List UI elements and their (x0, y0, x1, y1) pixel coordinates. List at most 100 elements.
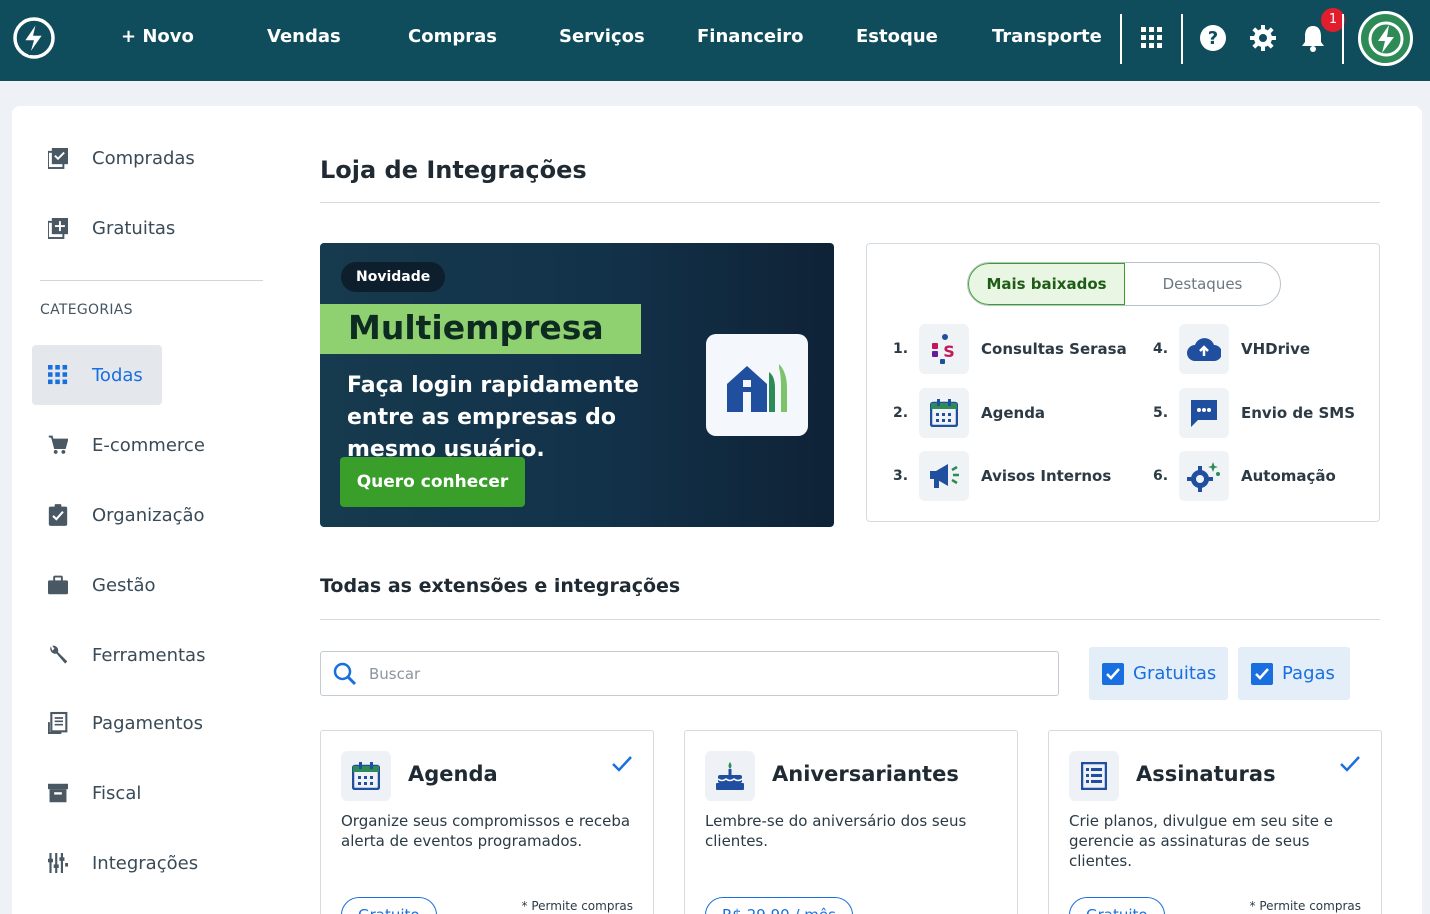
filter-label: Gratuitas (1133, 663, 1217, 684)
cloud-upload-icon (1179, 324, 1229, 374)
ranking-item[interactable]: 3. Avisos Internos (893, 451, 1111, 501)
sidebar-category-organizacao[interactable]: Organização (32, 485, 205, 545)
sidebar-category-ferramentas[interactable]: Ferramentas (32, 625, 205, 685)
nav-divider (1120, 14, 1122, 64)
tab-destaques[interactable]: Destaques (1125, 263, 1280, 305)
page-title: Loja de Integrações (320, 156, 587, 184)
extension-note: * Permite compras (1249, 899, 1361, 913)
sidebar-item-label: Organização (92, 504, 205, 526)
sidebar-item-label: Compradas (92, 147, 195, 169)
ranking-item[interactable]: 1. S Consultas Serasa (893, 324, 1127, 374)
nav-servicos[interactable]: Serviços (559, 26, 645, 47)
sidebar-item-gratuitas[interactable]: Gratuitas (32, 198, 175, 258)
checkbox-checked-icon[interactable] (1251, 662, 1273, 685)
sidebar-item-label: Integrações (92, 852, 199, 874)
installed-check-icon (611, 755, 633, 777)
banner-text: Faça login rapidamente entre as empresas… (347, 373, 639, 462)
tab-mais-baixados[interactable]: Mais baixados (968, 263, 1125, 305)
extension-price-button[interactable]: Gratuito (341, 897, 437, 914)
user-avatar[interactable] (1358, 11, 1413, 66)
settings-gear-icon[interactable] (1247, 20, 1279, 56)
installed-check-icon (1339, 755, 1361, 777)
banner-title: Multiempresa (348, 308, 604, 347)
ranking-name: Automação (1241, 467, 1336, 485)
archive-icon (32, 778, 68, 808)
filter-pagas[interactable]: Pagas (1238, 647, 1350, 700)
grid-icon (32, 360, 68, 390)
sms-icon (1179, 388, 1229, 438)
nav-divider (1342, 14, 1344, 64)
promo-banner[interactable]: Novidade Multiempresa Faça login rapidam… (320, 243, 834, 527)
ranking-item[interactable]: 2. Agenda (893, 388, 1045, 438)
ranking-name: Envio de SMS (1241, 404, 1356, 422)
svg-text:?: ? (1208, 28, 1218, 49)
ranking-number: 3. (893, 468, 909, 484)
megaphone-icon (919, 451, 969, 501)
extension-title: Agenda (408, 762, 498, 786)
extension-note: * Permite compras (521, 899, 633, 913)
briefcase-icon (32, 570, 68, 600)
search-input[interactable] (369, 664, 1058, 683)
checkbox-checked-icon[interactable] (1102, 662, 1124, 685)
ranking-name: Consultas Serasa (981, 340, 1127, 358)
extension-price-button[interactable]: Gratuito (1069, 897, 1165, 914)
help-icon[interactable]: ? (1197, 20, 1229, 56)
calendar-icon (919, 388, 969, 438)
birthday-cake-icon (705, 751, 755, 801)
ranking-number: 6. (1153, 468, 1169, 484)
clipboard-check-icon (32, 500, 68, 530)
house-bars-icon (706, 334, 808, 436)
sidebar-divider (40, 280, 263, 281)
extension-price-button[interactable]: R$ 29,90 / mês (705, 897, 853, 914)
ranking-name: VHDrive (1241, 340, 1311, 358)
categories-heading: CATEGORIAS (40, 302, 133, 318)
checked-library-icon (32, 143, 68, 173)
extension-card-aniversariantes[interactable]: Aniversariantes Lembre-se do aniversário… (684, 730, 1018, 914)
sidebar-category-gestao[interactable]: Gestão (32, 555, 156, 615)
sidebar-category-pagamentos[interactable]: Pagamentos (32, 693, 203, 753)
calendar-icon (341, 751, 391, 801)
banner-cta-button[interactable]: Quero conhecer (340, 457, 525, 507)
extension-card-agenda[interactable]: Agenda Organize seus compromissos e rece… (320, 730, 654, 914)
sidebar-item-label: Pagamentos (92, 712, 203, 734)
sidebar-item-label: Ferramentas (92, 644, 206, 666)
ranking-item[interactable]: 4. VHDrive (1153, 324, 1310, 374)
apps-grid-icon[interactable] (1136, 20, 1168, 56)
extension-description: Organize seus compromissos e receba aler… (341, 812, 631, 850)
ranking-number: 4. (1153, 341, 1169, 357)
sidebar-item-label: E-commerce (92, 434, 205, 456)
extension-title: Assinaturas (1136, 762, 1276, 786)
ranking-name: Agenda (981, 404, 1046, 422)
section-divider (320, 619, 1380, 620)
filter-gratuitas[interactable]: Gratuitas (1089, 647, 1228, 700)
nav-financeiro[interactable]: Financeiro (697, 26, 804, 47)
nav-vendas[interactable]: Vendas (267, 26, 341, 47)
search-icon (321, 662, 369, 686)
sidebar-category-todas[interactable]: Todas (32, 345, 162, 405)
nav-transporte[interactable]: Transporte (992, 26, 1102, 47)
sidebar-item-label: Fiscal (92, 782, 142, 804)
banner-tag: Novidade (341, 262, 446, 292)
panel-tabs: Mais baixados Destaques (967, 262, 1281, 306)
brand-logo-icon[interactable] (12, 14, 56, 62)
nav-compras[interactable]: Compras (408, 26, 497, 47)
sidebar-item-compradas[interactable]: Compradas (32, 128, 195, 188)
extension-card-assinaturas[interactable]: Assinaturas Crie planos, divulgue em seu… (1048, 730, 1382, 914)
ranking-number: 2. (893, 405, 909, 421)
ranking-item[interactable]: 6. Automação (1153, 451, 1336, 501)
nav-estoque[interactable]: Estoque (856, 26, 938, 47)
ranking-name: Avisos Internos (981, 467, 1112, 485)
ranking-item[interactable]: 5. Envio de SMS (1153, 388, 1355, 438)
ranking-number: 1. (893, 341, 909, 357)
sidebar-category-fiscal[interactable]: Fiscal (32, 763, 141, 823)
sidebar-category-ecommerce[interactable]: E-commerce (32, 415, 205, 475)
sidebar-category-integracoes[interactable]: Integrações (32, 833, 198, 893)
sidebar-item-label: Gratuitas (92, 217, 176, 239)
section-title: Todas as extensões e integrações (320, 575, 681, 597)
filter-label: Pagas (1282, 663, 1335, 684)
title-divider (320, 202, 1380, 203)
sidebar-item-label: Todas (92, 364, 143, 386)
receipt-icon (32, 708, 68, 738)
extension-description: Crie planos, divulgue em seu site e gere… (1069, 812, 1334, 870)
nav-new[interactable]: + Novo (121, 26, 194, 47)
